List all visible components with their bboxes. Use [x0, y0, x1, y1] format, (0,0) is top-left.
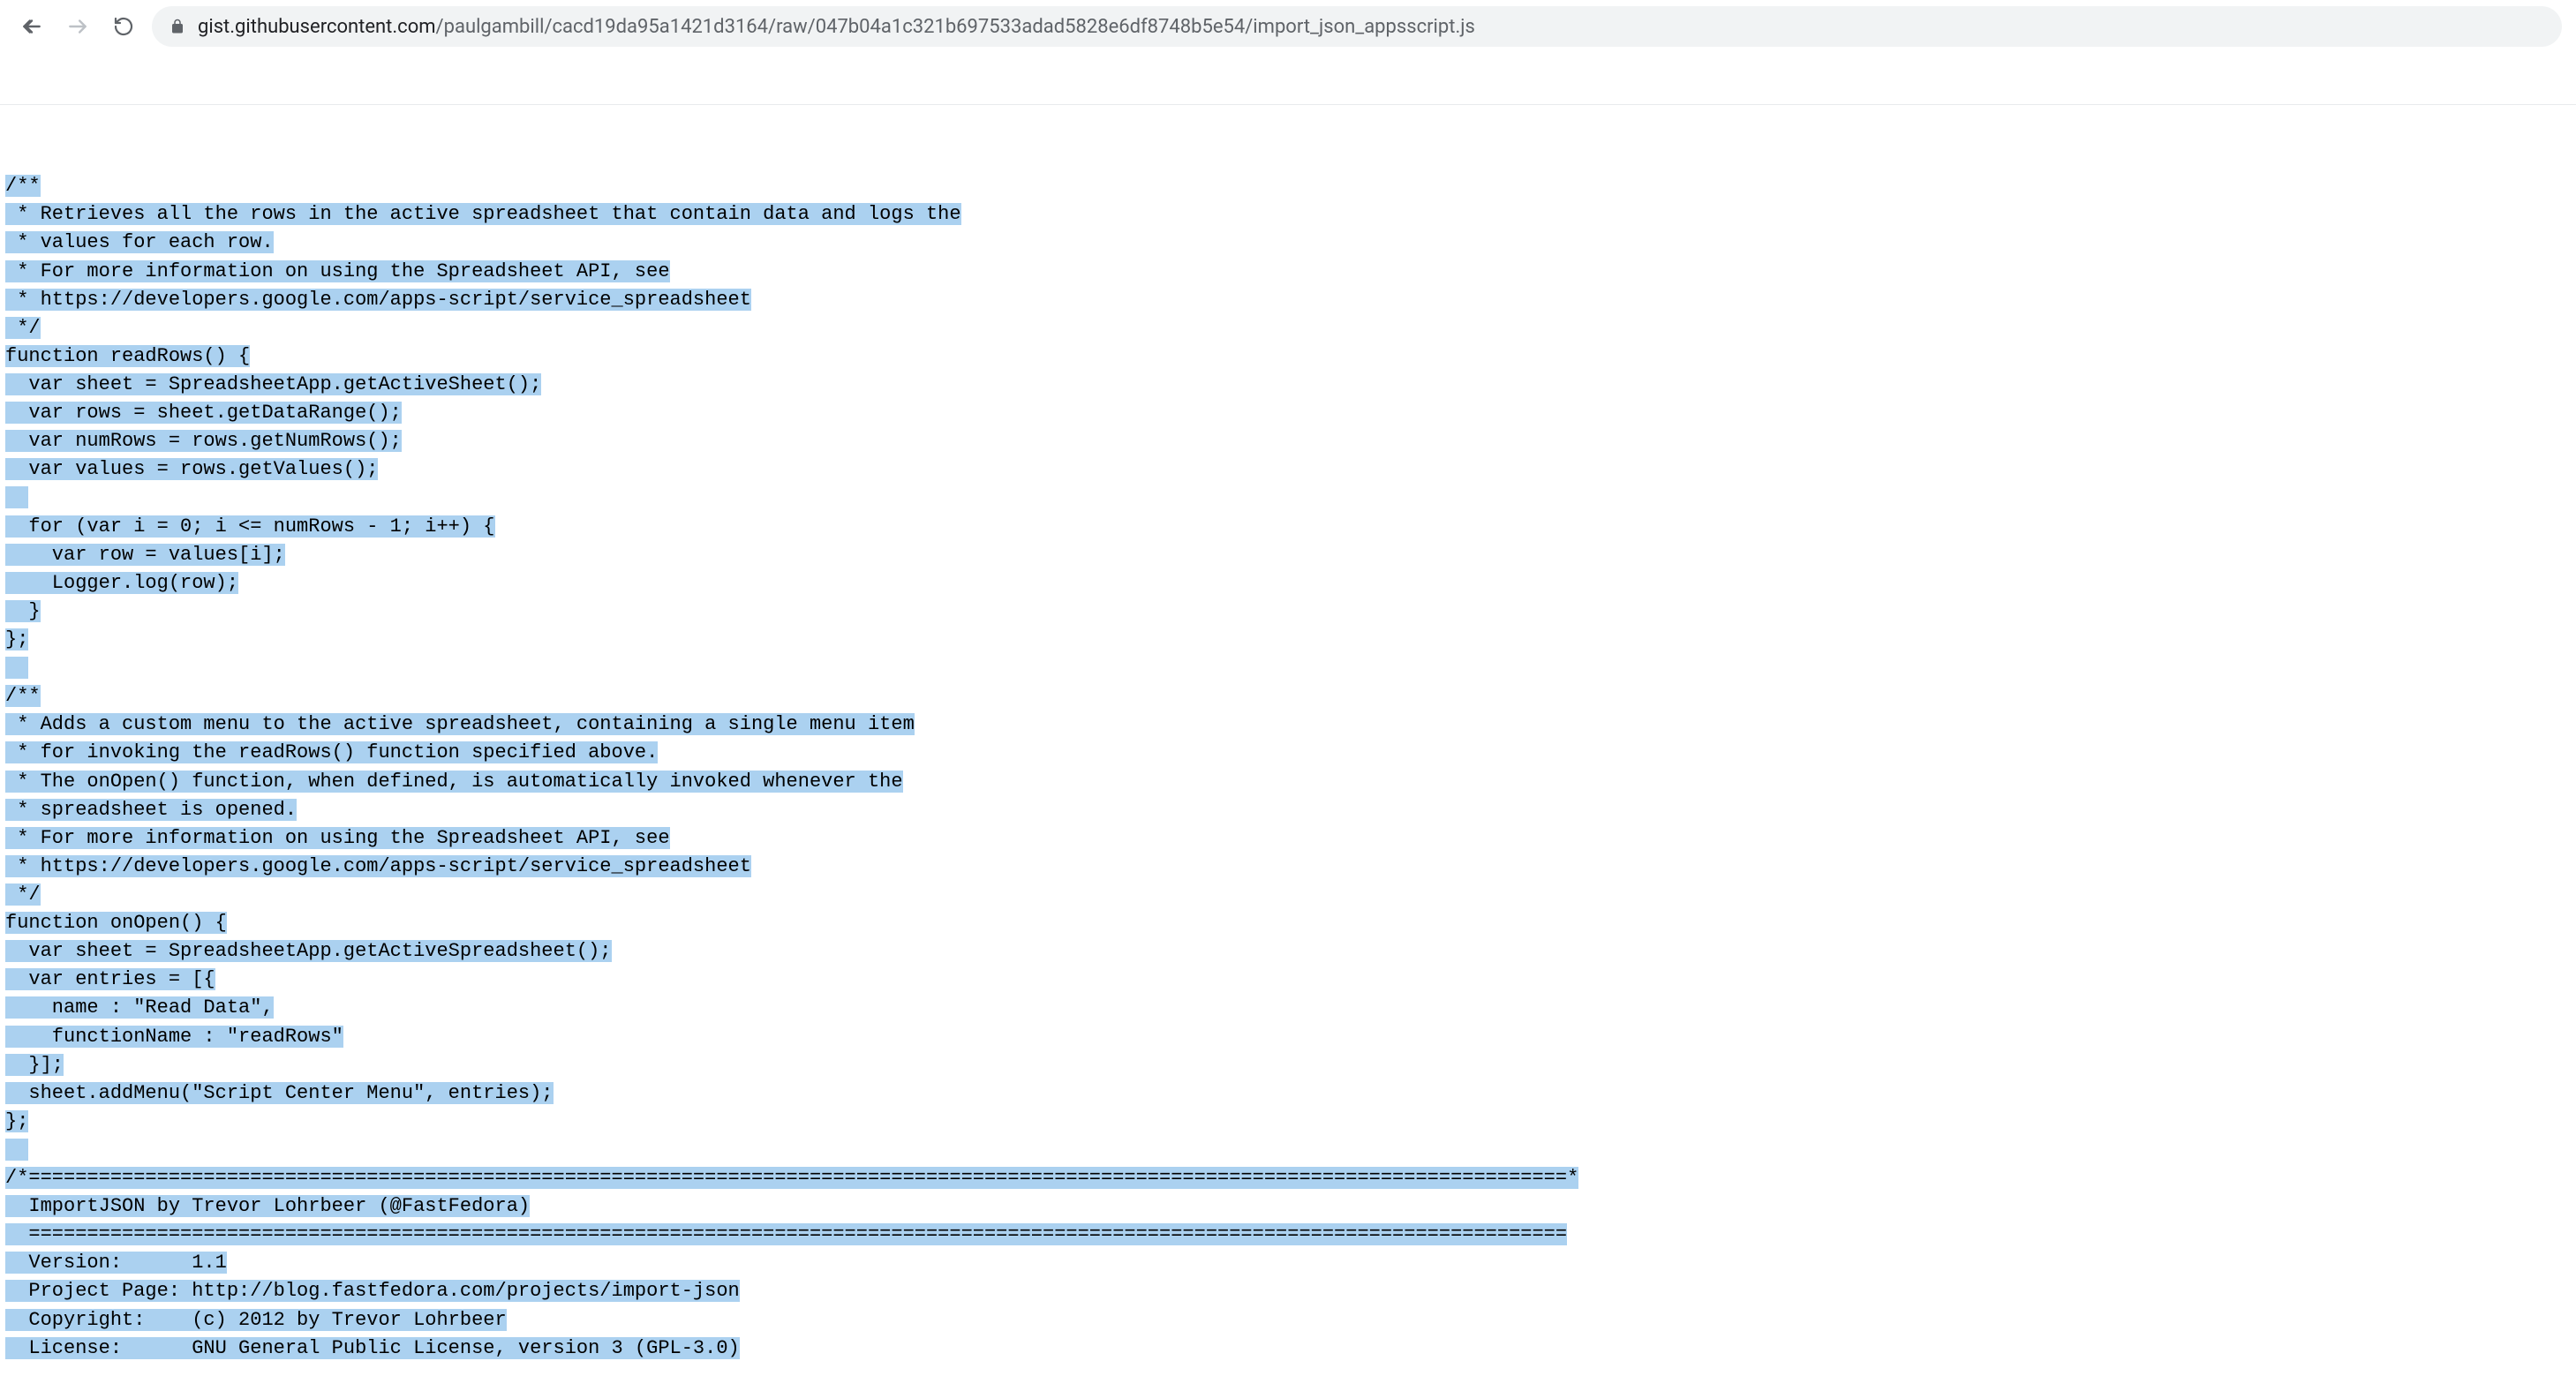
code-line: License: GNU General Public License, ver…: [5, 1335, 2576, 1363]
content-area[interactable]: /** * Retrieves all the rows in the acti…: [0, 105, 2576, 1391]
selected-text: * https://developers.google.com/apps-scr…: [5, 855, 751, 877]
code-container: /** * Retrieves all the rows in the acti…: [0, 162, 2576, 1363]
code-line: /**: [5, 682, 2576, 711]
code-line: var rows = sheet.getDataRange();: [5, 399, 2576, 427]
code-line: * for invoking the readRows() function s…: [5, 739, 2576, 767]
selected-text: Project Page: http://blog.fastfedora.com…: [5, 1280, 740, 1302]
code-line: */: [5, 314, 2576, 342]
reload-icon: [113, 16, 134, 37]
selected-text: }: [5, 600, 41, 622]
selected-text: var entries = [{: [5, 968, 215, 990]
selected-text: /**: [5, 685, 41, 707]
selected-text: * For more information on using the Spre…: [5, 260, 670, 282]
code-line: for (var i = 0; i <= numRows - 1; i++) {: [5, 513, 2576, 541]
back-button[interactable]: [14, 9, 49, 44]
selected-text: functionName : "readRows": [5, 1026, 343, 1048]
code-line: * values for each row.: [5, 229, 2576, 257]
code-line: * The onOpen() function, when defined, i…: [5, 768, 2576, 796]
selected-text: * values for each row.: [5, 231, 274, 253]
code-line: Copyright: (c) 2012 by Trevor Lohrbeer: [5, 1306, 2576, 1335]
selected-text: * Retrieves all the rows in the active s…: [5, 203, 961, 225]
code-line: ========================================…: [5, 1221, 2576, 1249]
selected-text: var sheet = SpreadsheetApp.getActiveSpre…: [5, 940, 612, 962]
selected-text: /*======================================…: [5, 1167, 1578, 1189]
selected-text: var rows = sheet.getDataRange();: [5, 402, 402, 424]
code-line: /*======================================…: [5, 1164, 2576, 1192]
code-line: functionName : "readRows": [5, 1023, 2576, 1051]
code-line: Project Page: http://blog.fastfedora.com…: [5, 1277, 2576, 1305]
code-line: * https://developers.google.com/apps-scr…: [5, 853, 2576, 881]
url-text: gist.githubusercontent.com/paulgambill/c…: [198, 16, 1475, 38]
selected-text: ========================================…: [5, 1223, 1567, 1245]
selected-text: var sheet = SpreadsheetApp.getActiveShee…: [5, 373, 541, 395]
selected-text: var values = rows.getValues();: [5, 458, 378, 480]
selected-text: for (var i = 0; i <= numRows - 1; i++) {: [5, 515, 495, 538]
selected-text: * The onOpen() function, when defined, i…: [5, 771, 903, 793]
selected-text: function readRows() {: [5, 345, 250, 367]
code-line: ImportJSON by Trevor Lohrbeer (@FastFedo…: [5, 1192, 2576, 1221]
selected-text: * https://developers.google.com/apps-scr…: [5, 289, 751, 311]
selected-text: }];: [5, 1054, 64, 1076]
code-line: name : "Read Data",: [5, 994, 2576, 1022]
selected-text: */: [5, 883, 41, 906]
url-domain: gist.githubusercontent.com: [198, 16, 436, 38]
selected-text: function onOpen() {: [5, 912, 227, 934]
code-line: * For more information on using the Spre…: [5, 258, 2576, 286]
code-line: [5, 1136, 2576, 1164]
selected-text: /**: [5, 175, 41, 197]
selected-text: * for invoking the readRows() function s…: [5, 741, 658, 763]
code-line: * Adds a custom menu to the active sprea…: [5, 711, 2576, 739]
code-line: * spreadsheet is opened.: [5, 796, 2576, 824]
code-line: /**: [5, 172, 2576, 200]
url-path: /paulgambill/cacd19da95a1421d3164/raw/04…: [436, 16, 1475, 38]
code-line: };: [5, 626, 2576, 654]
code-line: [5, 484, 2576, 512]
code-line: var sheet = SpreadsheetApp.getActiveShee…: [5, 371, 2576, 399]
code-line: sheet.addMenu("Script Center Menu", entr…: [5, 1079, 2576, 1108]
selected-text: Copyright: (c) 2012 by Trevor Lohrbeer: [5, 1309, 507, 1331]
selected-text: sheet.addMenu("Script Center Menu", entr…: [5, 1082, 554, 1104]
code-line: Logger.log(row);: [5, 569, 2576, 598]
code-line: var values = rows.getValues();: [5, 455, 2576, 484]
selected-text: };: [5, 1110, 28, 1132]
selected-text: var numRows = rows.getNumRows();: [5, 430, 402, 452]
code-line: }: [5, 598, 2576, 626]
code-line: Version: 1.1: [5, 1249, 2576, 1277]
selected-text: };: [5, 628, 28, 650]
code-line: * Retrieves all the rows in the active s…: [5, 200, 2576, 229]
code-line: function onOpen() {: [5, 909, 2576, 937]
code-line: function readRows() {: [5, 342, 2576, 371]
code-line: }];: [5, 1051, 2576, 1079]
code-line: var row = values[i];: [5, 541, 2576, 569]
selected-text: * For more information on using the Spre…: [5, 827, 670, 849]
code-line: * https://developers.google.com/apps-scr…: [5, 286, 2576, 314]
address-bar[interactable]: gist.githubusercontent.com/paulgambill/c…: [152, 6, 2562, 47]
code-line: var entries = [{: [5, 966, 2576, 994]
selected-text: */: [5, 317, 41, 339]
browser-toolbar: gist.githubusercontent.com/paulgambill/c…: [0, 0, 2576, 53]
selected-text: var row = values[i];: [5, 544, 285, 566]
selected-text: * spreadsheet is opened.: [5, 799, 297, 821]
reload-button[interactable]: [106, 9, 141, 44]
code-line: */: [5, 881, 2576, 909]
arrow-left-icon: [20, 15, 43, 38]
code-line: * For more information on using the Spre…: [5, 824, 2576, 853]
selected-text: * Adds a custom menu to the active sprea…: [5, 713, 915, 735]
selected-text: Version: 1.1: [5, 1252, 227, 1274]
code-line: var numRows = rows.getNumRows();: [5, 427, 2576, 455]
lock-icon: [169, 19, 185, 34]
selected-text: name : "Read Data",: [5, 996, 274, 1019]
arrow-right-icon: [66, 15, 89, 38]
code-line: var sheet = SpreadsheetApp.getActiveSpre…: [5, 937, 2576, 966]
selected-text: License: GNU General Public License, ver…: [5, 1337, 740, 1359]
code-line: [5, 654, 2576, 682]
selected-text: Logger.log(row);: [5, 572, 238, 594]
forward-button[interactable]: [60, 9, 95, 44]
code-line: };: [5, 1108, 2576, 1136]
selected-text: ImportJSON by Trevor Lohrbeer (@FastFedo…: [5, 1195, 530, 1217]
